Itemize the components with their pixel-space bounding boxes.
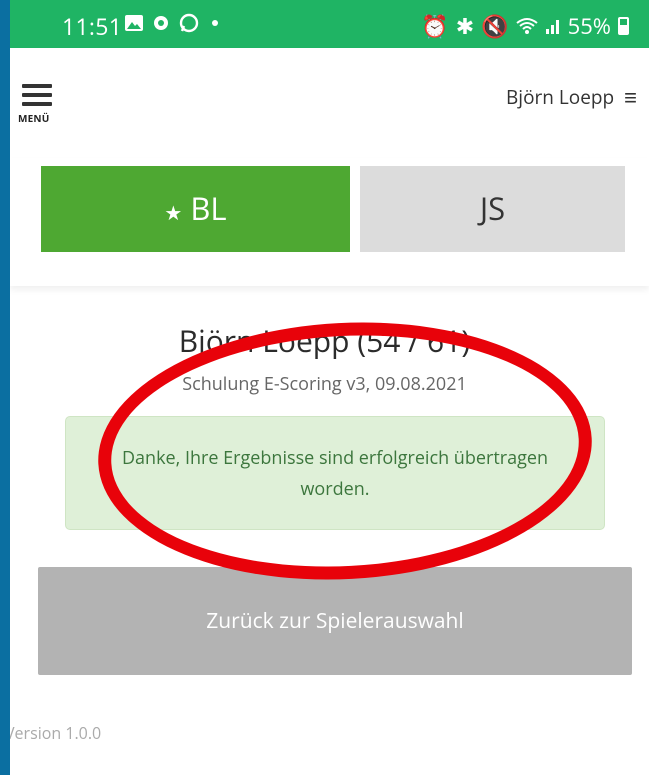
tab-label: JS	[479, 188, 506, 230]
hamburger-icon	[22, 84, 52, 88]
record-icon	[154, 16, 168, 30]
battery-icon	[618, 17, 629, 35]
event-subtitle: Schulung E-Scoring v3, 09.08.2021	[182, 372, 467, 396]
tab-label: BL	[190, 188, 227, 230]
user-name: Björn Loepp	[506, 84, 615, 110]
success-alert: Danke, Ihre Ergebnisse sind erfolgreich …	[65, 416, 605, 530]
status-left-icons	[124, 12, 224, 34]
dot-icon	[212, 20, 218, 26]
tab-player-js[interactable]: JS	[360, 166, 625, 252]
phone-screen: 11:51 ⏰ ✱ 🔇 55% MENÜ Björn Loepp ≡ ★ BL …	[10, 0, 649, 775]
alert-message: Danke, Ihre Ergebnisse sind erfolgreich …	[121, 446, 549, 501]
hamburger-icon-bar	[22, 93, 52, 97]
status-bar: 11:51 ⏰ ✱ 🔇 55%	[10, 0, 649, 48]
status-time: 11:51	[62, 10, 123, 42]
menu-button[interactable]: MENÜ	[18, 84, 62, 134]
battery-percent: 55%	[567, 11, 611, 41]
wifi-icon	[516, 18, 538, 34]
tab-player-bl[interactable]: ★ BL	[41, 166, 350, 252]
bluetooth-icon: ✱	[455, 11, 475, 41]
signal-icon	[545, 20, 559, 34]
user-menu-button[interactable]: Björn Loepp ≡	[506, 84, 637, 110]
version-label: Version 1.0.0	[10, 722, 102, 744]
star-icon: ★	[164, 198, 183, 226]
gallery-icon	[125, 15, 143, 31]
back-button-label: Zurück zur Spielerauswahl	[206, 607, 464, 635]
whatsapp-icon	[179, 13, 199, 33]
player-tabs: ★ BL JS	[10, 158, 649, 286]
player-title: Björn Loepp (54 / 61)	[178, 320, 471, 361]
menu-label: MENÜ	[18, 111, 50, 125]
app-header: MENÜ Björn Loepp ≡	[10, 48, 649, 158]
alarm-icon: ⏰	[421, 11, 449, 41]
status-right-icons: ⏰ ✱ 🔇 55%	[421, 11, 629, 41]
hamburger-icon: ≡	[624, 82, 637, 112]
back-to-player-selection-button[interactable]: Zurück zur Spielerauswahl	[38, 567, 632, 675]
mute-icon: 🔇	[481, 11, 509, 41]
hamburger-icon-bar	[22, 102, 52, 106]
